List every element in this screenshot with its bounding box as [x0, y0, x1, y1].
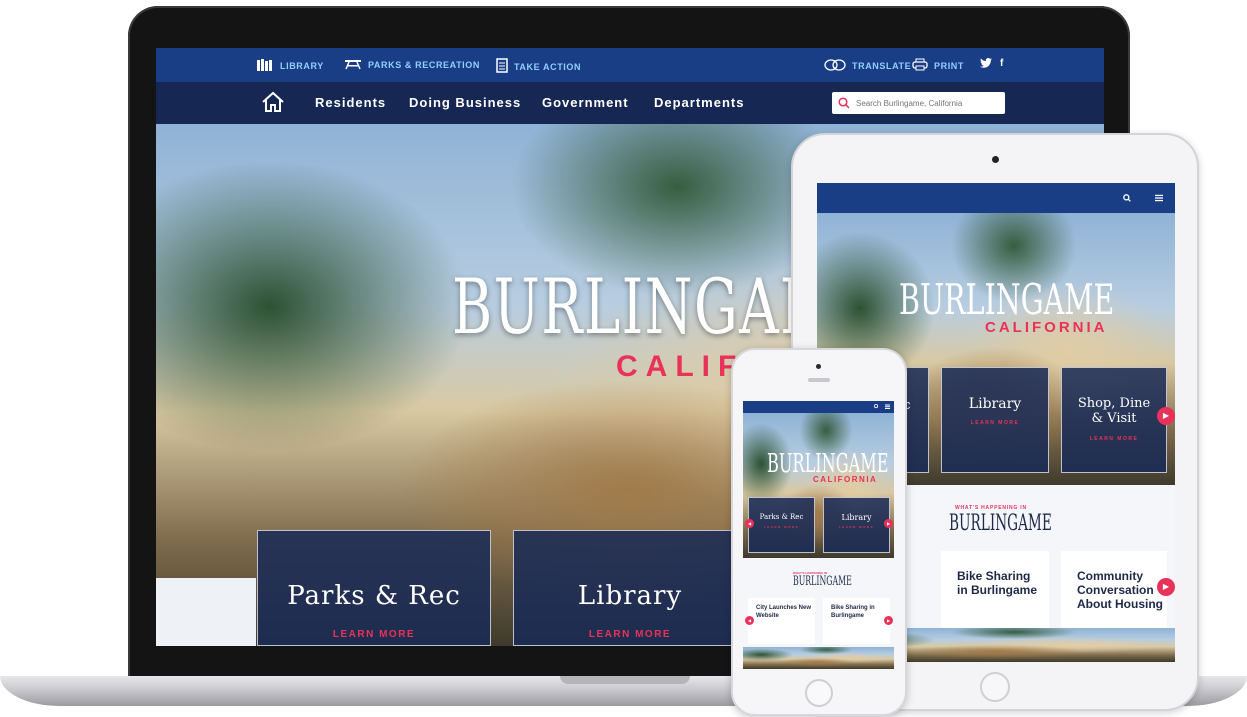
section-title: BURLINGAME [949, 511, 1052, 536]
search-icon [838, 97, 850, 109]
news-card[interactable]: Bike Sharing in Burlingame [823, 598, 890, 644]
arrow-right-icon[interactable]: ▶ [884, 519, 893, 528]
hero-subtitle: CALIFORNIA [985, 319, 1108, 336]
library-link[interactable]: LIBRARY [256, 58, 324, 74]
main-nav: Residents Doing Business Government Depa… [156, 82, 1104, 124]
arrow-right-icon[interactable]: ▶ [1157, 407, 1175, 425]
news-card[interactable]: Bike Sharing in Burlingame [941, 551, 1049, 629]
news-card[interactable]: Community Conversation About Housing [1061, 551, 1167, 629]
laptop-notch [560, 676, 690, 684]
card-title: Library [577, 581, 683, 611]
news-title: Bike Sharing in Burlingame [957, 569, 1038, 597]
arrow-right-icon[interactable]: ▶ [884, 616, 893, 625]
picnic-table-icon [344, 58, 362, 72]
take-action-label: TAKE ACTION [514, 61, 582, 72]
news-title: City Launches New Website [756, 605, 812, 619]
news-card[interactable]: City Launches New Website [748, 598, 815, 644]
card-library[interactable]: Library LEARN MORE [941, 367, 1049, 473]
tablet-home-button [980, 672, 1010, 702]
search-box[interactable] [832, 92, 1005, 114]
card-title: Parks & Rec [287, 581, 461, 611]
phone-header [743, 401, 894, 413]
learn-more-link[interactable]: LEARN MORE [824, 525, 889, 529]
translate-icon [824, 58, 846, 74]
card-title: Parks & Rec [759, 513, 804, 521]
card-shop-dine[interactable]: Shop, Dine & Visit LEARN MORE [1061, 367, 1167, 473]
nav-doing-business[interactable]: Doing Business [409, 95, 521, 110]
learn-more-link[interactable]: LEARN MORE [1062, 436, 1166, 442]
home-icon[interactable] [261, 91, 285, 113]
hero-title: BURLINGAME [899, 275, 1115, 324]
news-title: Community Conversation About Housing [1077, 569, 1163, 611]
phone-camera [816, 364, 821, 369]
learn-more-link[interactable]: LEARN MORE [942, 420, 1048, 426]
learn-more-link[interactable]: LEARN MORE [258, 629, 490, 640]
print-icon [912, 58, 928, 73]
phone-speaker [808, 378, 830, 382]
phone-news-section: WHAT'S HAPPENING IN BURLINGAME City Laun… [743, 558, 894, 669]
nav-departments[interactable]: Departments [654, 95, 744, 110]
library-icon [256, 58, 274, 74]
card-title: Library [968, 396, 1022, 412]
tablet-camera [992, 156, 999, 163]
document-icon [496, 58, 508, 75]
print-link[interactable]: PRINT [912, 58, 964, 73]
device-mockup: BURLINGAME CALIFORNIA Parks & Rec LEARN … [0, 0, 1247, 717]
learn-more-link[interactable]: LEARN MORE [514, 629, 746, 640]
menu-icon[interactable] [1155, 194, 1163, 202]
phone-hero: BURLINGAME CALIFORNIA Parks & Rec LEARN … [743, 413, 894, 558]
card-library[interactable]: Library LEARN MORE [823, 497, 890, 553]
menu-icon[interactable] [885, 404, 890, 409]
card-title: Shop, Dine & Visit [1077, 396, 1151, 426]
hero-subtitle: CALIFORNIA [813, 475, 878, 484]
card-title: Library [841, 513, 872, 522]
library-label: LIBRARY [280, 61, 324, 71]
search-input[interactable] [856, 98, 996, 108]
translate-label: TRANSLATE [852, 61, 912, 71]
nav-government[interactable]: Government [542, 95, 629, 110]
translate-link[interactable]: TRANSLATE [824, 58, 911, 74]
arrow-right-icon[interactable]: ▶ [1157, 578, 1175, 596]
arrow-left-icon[interactable]: ◀ [745, 519, 754, 528]
news-title: Bike Sharing in Burlingame [831, 605, 875, 619]
parks-label: PARKS & RECREATION [368, 60, 480, 70]
phone-footer-image [743, 647, 894, 669]
twitter-icon[interactable] [980, 58, 992, 71]
tablet-header [817, 183, 1175, 213]
nav-residents[interactable]: Residents [315, 95, 386, 110]
print-label: PRINT [934, 60, 964, 71]
card-library[interactable]: Library LEARN MORE [513, 530, 747, 646]
learn-more-link[interactable]: LEARN MORE [749, 525, 814, 529]
parks-link[interactable]: PARKS & RECREATION [344, 58, 480, 72]
section-title: BURLINGAME [793, 574, 852, 589]
phone-home-button [805, 679, 833, 707]
arrow-left-icon[interactable]: ◀ [745, 616, 754, 625]
take-action-link[interactable]: TAKE ACTION [496, 58, 581, 75]
content-strip [156, 578, 256, 646]
facebook-icon[interactable]: f [1000, 58, 1004, 69]
card-parks-rec[interactable]: Parks & Rec LEARN MORE [748, 497, 815, 553]
phone-screen: BURLINGAME CALIFORNIA Parks & Rec LEARN … [743, 401, 894, 669]
card-parks-rec[interactable]: Parks & Rec LEARN MORE [257, 530, 491, 646]
search-icon[interactable] [874, 404, 879, 409]
search-icon[interactable] [1123, 194, 1131, 202]
utility-bar: LIBRARY PARKS & RECREATION TAKE ACTION T… [156, 48, 1104, 82]
